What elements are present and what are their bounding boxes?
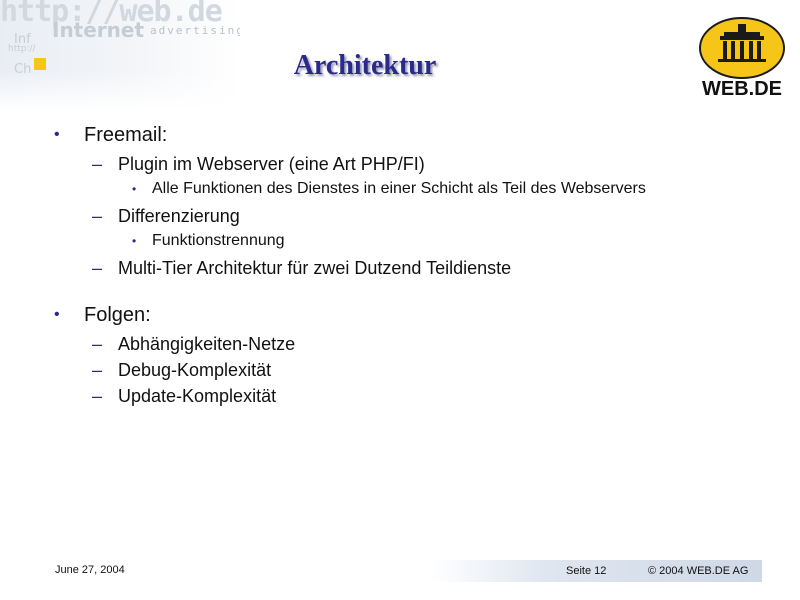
banner-small-text-2: http://: [8, 44, 36, 54]
subsubbullet-label: Funktionstrennung: [152, 232, 285, 249]
dash-icon: –: [92, 386, 103, 406]
bullet-dot-icon: •: [54, 306, 60, 323]
subsubbullet-funktionstrennung: • Funktionstrennung: [54, 230, 754, 252]
slide-content: • Freemail: – Plugin im Webserver (eine …: [54, 122, 754, 410]
brandenburg-gate-icon: [699, 17, 785, 79]
subbullet-plugin: – Plugin im Webserver (eine Art PHP/FI): [54, 152, 754, 176]
dash-icon: –: [92, 334, 103, 354]
footer-copyright: © 2004 WEB.DE AG: [648, 565, 749, 577]
dash-icon: –: [92, 154, 103, 174]
small-bullet-icon: •: [132, 182, 137, 196]
banner-internet-text: Internet: [52, 18, 145, 42]
subbullet-abhaengigkeiten: – Abhängigkeiten-Netze: [54, 332, 754, 356]
subbullet-differenzierung: – Differenzierung: [54, 204, 754, 228]
bullet-freemail: • Freemail:: [54, 122, 754, 148]
subbullet-update: – Update-Komplexität: [54, 384, 754, 408]
subbullet-label: Debug-Komplexität: [118, 360, 272, 380]
footer-page-number: Seite 12: [566, 565, 607, 577]
dash-icon: –: [92, 206, 103, 226]
subbullet-label: Update-Komplexität: [118, 386, 277, 406]
subsubbullet-label: Alle Funktionen des Dienstes in einer Sc…: [152, 180, 646, 197]
subbullet-label: Plugin im Webserver (eine Art PHP/FI): [118, 154, 425, 174]
bullet-label: Freemail:: [84, 124, 168, 146]
yellow-square-icon: [34, 58, 46, 70]
subbullet-label: Multi-Tier Architektur für zwei Dutzend …: [118, 258, 512, 278]
subbullet-label: Abhängigkeiten-Netze: [118, 334, 296, 354]
dash-icon: –: [92, 360, 103, 380]
bullet-label: Folgen:: [84, 304, 151, 326]
bullet-dot-icon: •: [54, 126, 60, 143]
footer-date: June 27, 2004: [55, 564, 125, 576]
webde-logo: WEB.DE: [694, 14, 790, 100]
bullet-folgen: • Folgen:: [54, 302, 754, 328]
banner-advertising-text: advertising: [150, 24, 240, 37]
subbullet-debug: – Debug-Komplexität: [54, 358, 754, 382]
slide-title: Architektur: [293, 50, 437, 81]
small-bullet-icon: •: [132, 234, 137, 248]
subbullet-multi-tier: – Multi-Tier Architektur für zwei Dutzen…: [54, 256, 754, 280]
logo-text: WEB.DE: [702, 78, 782, 100]
subbullet-label: Differenzierung: [118, 206, 240, 226]
dash-icon: –: [92, 258, 103, 278]
subsubbullet-funktionen: • Alle Funktionen des Dienstes in einer …: [54, 178, 754, 200]
